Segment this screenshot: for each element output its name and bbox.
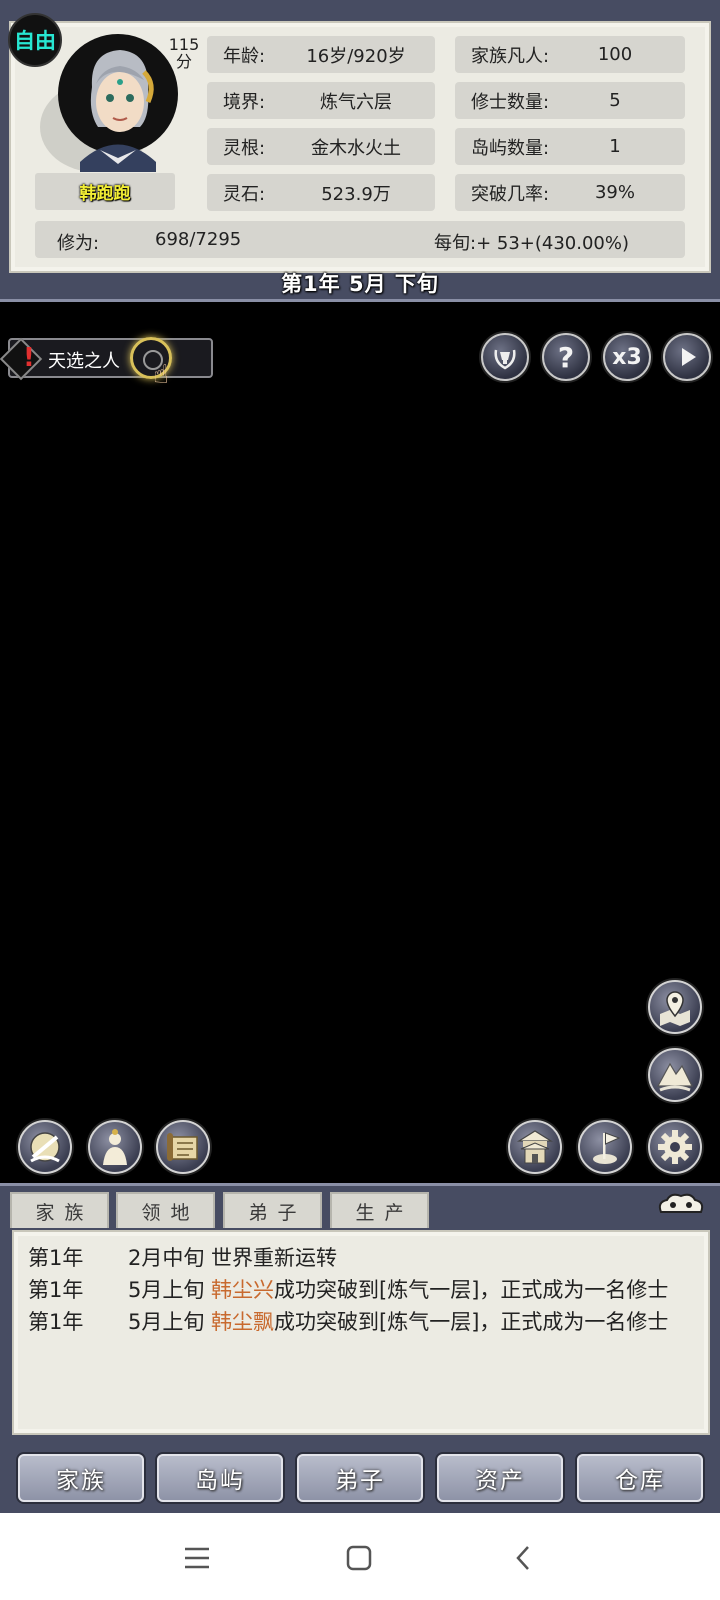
- character-name[interactable]: 韩跑跑: [35, 173, 175, 210]
- cloud-ornament-icon: [658, 1193, 704, 1213]
- cultivation-bar: 修为: 698/7295 每旬:+ 53+(430.00%): [35, 221, 685, 258]
- nav-assets-button[interactable]: 资产: [437, 1454, 563, 1502]
- log-text: 5月上旬 韩尘兴成功突破到[炼气一层]，正式成为一名修士: [128, 1278, 669, 1302]
- map-pin-icon: [660, 991, 690, 1026]
- game-date: 第1年 5月 下旬: [281, 272, 439, 296]
- log-year: 第1年: [28, 1278, 84, 1302]
- mountain-icon: [656, 1062, 693, 1092]
- flag-icon: [593, 1132, 621, 1164]
- help-button[interactable]: ?: [542, 333, 590, 381]
- log-year: 第1年: [28, 1310, 84, 1334]
- back-button[interactable]: [503, 1538, 543, 1578]
- per-turn-gain: 每旬:+ 53+(430.00%): [434, 233, 629, 254]
- log-tab-family[interactable]: 家族: [10, 1192, 109, 1228]
- stat-value: 5: [609, 90, 621, 111]
- log-tab-territory[interactable]: 领地: [116, 1192, 215, 1228]
- stat-value: 39%: [594, 182, 635, 203]
- pointing-hand-icon: ☝: [153, 360, 169, 390]
- stat-family-mortals: 家族凡人: 100: [455, 36, 685, 73]
- expand-log-button[interactable]: [655, 1190, 707, 1220]
- speed-button[interactable]: x3: [603, 333, 651, 381]
- home-button[interactable]: [339, 1538, 379, 1578]
- stat-value: 100: [597, 44, 633, 65]
- quest-label: 天选之人: [48, 351, 120, 372]
- score-value: 115 分: [168, 35, 200, 71]
- stat-age: 年龄: 16岁/920岁: [207, 36, 435, 73]
- divination-button[interactable]: [18, 1120, 72, 1174]
- stat-island-count: 岛屿数量: 1: [455, 128, 685, 165]
- character-button[interactable]: [88, 1120, 142, 1174]
- compass-disc-icon: [30, 1132, 60, 1163]
- free-mode-badge[interactable]: 自由: [8, 13, 62, 67]
- home-square-icon: [346, 1545, 372, 1571]
- quest-tracker[interactable]: ! 天选之人 ☝: [0, 337, 213, 390]
- log-text: 5月上旬 韩尘飘成功突破到[炼气一层]，正式成为一名修士: [128, 1310, 669, 1334]
- system-navigation-bar: [0, 1513, 720, 1600]
- stat-realm: 境界: 炼气六层: [207, 82, 435, 119]
- stat-cultivator-count: 修士数量: 5: [455, 82, 685, 119]
- stat-breakthrough-rate: 突破几率: 39%: [455, 174, 685, 211]
- map-location-button[interactable]: [648, 980, 702, 1034]
- stat-label: 境界:: [223, 91, 266, 113]
- person-icon: [103, 1129, 127, 1165]
- log-year: 第1年: [28, 1246, 84, 1270]
- play-button[interactable]: [663, 333, 711, 381]
- back-chevron-icon: [516, 1546, 529, 1570]
- log-tab-production[interactable]: 生产: [330, 1192, 429, 1228]
- play-icon: [682, 348, 696, 366]
- disciple-name-link[interactable]: 韩尘兴: [211, 1278, 274, 1302]
- speed-label: x3: [612, 344, 642, 370]
- scroll-button[interactable]: [156, 1120, 210, 1174]
- nav-disciples-button[interactable]: 弟子: [297, 1454, 423, 1502]
- sect-building-button[interactable]: [508, 1120, 562, 1174]
- log-text: 2月中旬 世界重新运转: [128, 1246, 338, 1270]
- stat-value: 16岁/920岁: [306, 45, 406, 67]
- cultivation-label: 修为:: [57, 233, 100, 254]
- stat-label: 修士数量:: [471, 91, 550, 113]
- log-entry: 第1年 5月上旬 韩尘兴成功突破到[炼气一层]，正式成为一名修士: [28, 1274, 694, 1306]
- warning-diamond-icon: [0, 337, 43, 381]
- nav-family-button[interactable]: 家族: [18, 1454, 144, 1502]
- scroll-icon: [167, 1133, 198, 1161]
- menu-lines-icon: [185, 1547, 209, 1569]
- stat-label: 家族凡人:: [471, 45, 550, 67]
- stat-value: 金木水火土: [311, 137, 401, 159]
- stat-label: 突破几率:: [471, 183, 550, 205]
- question-mark-icon: ?: [557, 340, 575, 374]
- settings-button[interactable]: [648, 1120, 702, 1174]
- nav-warehouse-button[interactable]: 仓库: [577, 1454, 703, 1502]
- stat-label: 岛屿数量:: [471, 137, 550, 159]
- disciple-name-link[interactable]: 韩尘飘: [211, 1310, 274, 1334]
- event-log: 第1年 2月中旬 世界重新运转 第1年 5月上旬 韩尘兴成功突破到[炼气一层]，…: [12, 1230, 710, 1435]
- stat-value: 炼气六层: [320, 91, 392, 113]
- gear-icon: [658, 1130, 692, 1164]
- pavilion-icon: [516, 1130, 554, 1164]
- territory-flag-button[interactable]: [578, 1120, 632, 1174]
- stat-value: 523.9万: [321, 183, 391, 205]
- log-entry: 第1年 5月上旬 韩尘飘成功突破到[炼气一层]，正式成为一名修士: [28, 1306, 694, 1338]
- stat-spirit-stones: 灵石: 523.9万: [207, 174, 435, 211]
- stat-spirit-root: 灵根: 金木水火土: [207, 128, 435, 165]
- nav-islands-button[interactable]: 岛屿: [157, 1454, 283, 1502]
- stat-label: 年龄:: [223, 45, 266, 67]
- log-entry: 第1年 2月中旬 世界重新运转: [28, 1242, 694, 1274]
- exclamation-icon: !: [23, 343, 35, 373]
- stat-value: 1: [609, 136, 621, 157]
- achievement-button[interactable]: [481, 333, 529, 381]
- cultivation-value: 698/7295: [155, 229, 242, 250]
- mountain-button[interactable]: [648, 1048, 702, 1102]
- stat-label: 灵根:: [223, 137, 266, 159]
- recent-apps-button[interactable]: [177, 1538, 217, 1578]
- laurel-trophy-icon: [494, 349, 516, 370]
- log-tab-disciples[interactable]: 弟子: [223, 1192, 322, 1228]
- stat-label: 灵石:: [223, 183, 266, 205]
